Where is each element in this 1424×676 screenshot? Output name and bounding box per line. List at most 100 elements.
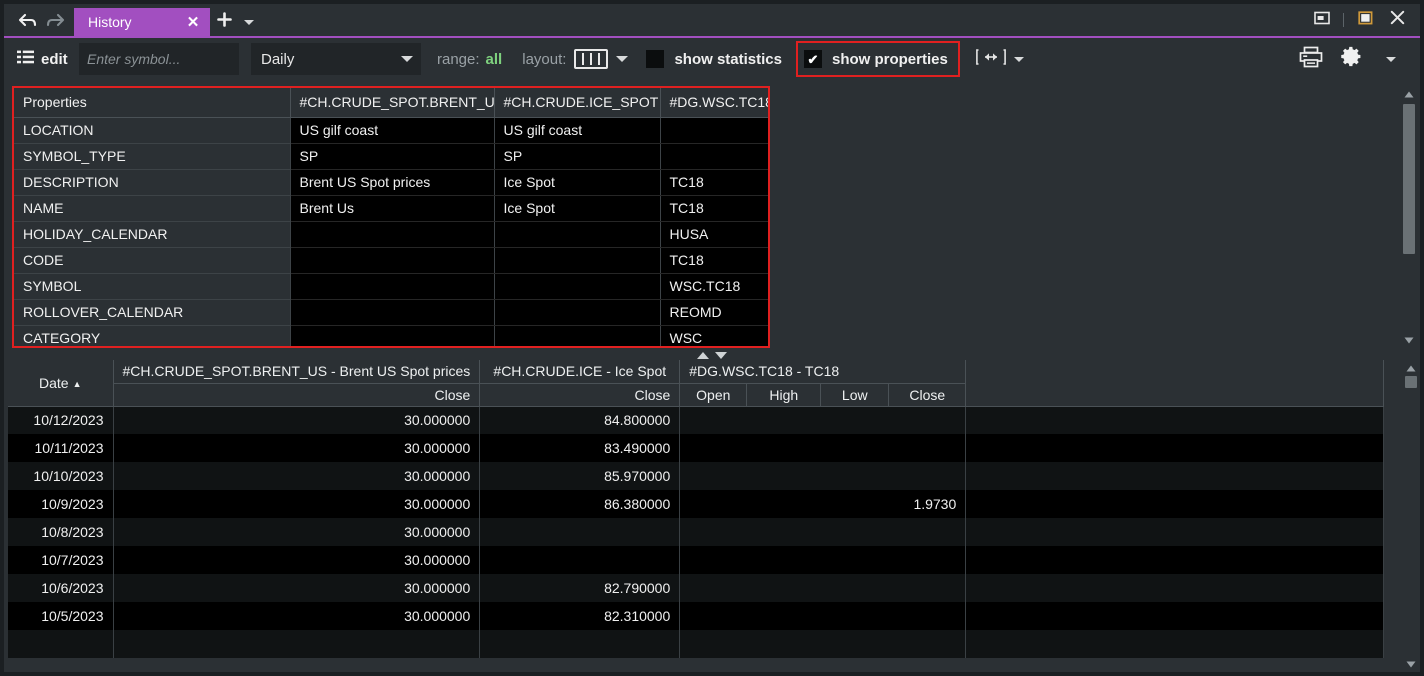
properties-col-header-0[interactable]: Properties [14,88,290,118]
cell-tc18-high [746,574,821,602]
cell-date [8,630,114,658]
cell-tc18-high [746,462,821,490]
property-name: DESCRIPTION [14,169,290,196]
column-header-ice-close[interactable]: Close [479,383,681,407]
cell-brent-close: 30.000000 [113,462,481,490]
edit-button[interactable]: edit [4,38,79,80]
property-value: WSC [659,325,768,346]
table-row[interactable]: HOLIDAY_CALENDAR HUSA [14,221,768,248]
tab-menu-button[interactable] [238,8,260,36]
back-button[interactable] [14,8,40,32]
show-statistics-toggle[interactable]: show statistics [646,38,782,80]
column-header-tc18-high[interactable]: High [746,383,822,407]
table-row[interactable]: NAME Brent Us Ice Spot TC18 [14,195,768,222]
range-control[interactable]: range: all [437,38,502,80]
table-row[interactable]: SYMBOL_TYPE SP SP [14,143,768,170]
property-value [493,299,660,326]
cell-tc18-close [888,630,967,658]
cell-filler [965,490,1385,518]
forward-arrow-icon [46,12,65,29]
minimize-button[interactable] [1307,8,1337,32]
column-group-ice[interactable]: #CH.CRUDE.ICE - Ice Spot [479,360,681,384]
table-row[interactable]: 10/7/2023 30.000000 [8,546,1385,574]
settings-menu-button[interactable] [1374,42,1408,76]
column-header-tc18-open[interactable]: Open [679,383,748,407]
table-row[interactable]: 10/10/2023 30.000000 85.970000 [8,462,1385,490]
property-value: Ice Spot [493,169,660,196]
scroll-up-icon[interactable] [1400,86,1418,102]
close-tab-icon[interactable]: ✕ [182,11,204,33]
table-row[interactable]: 10/6/2023 30.000000 82.790000 [8,574,1385,602]
table-row[interactable]: CODE TC18 [14,247,768,274]
property-value: US gilf coast [493,117,660,144]
properties-col-header-1[interactable]: #CH.CRUDE_SPOT.BRENT_US [289,88,494,118]
frequency-select-value: Daily [261,50,295,68]
properties-vertical-scrollbar[interactable] [1400,86,1418,348]
column-filler [965,360,1385,407]
property-value [659,117,768,144]
property-name: NAME [14,195,290,222]
table-row[interactable]: 10/5/2023 30.000000 82.310000 [8,602,1385,630]
cell-ice-close: 86.380000 [479,490,681,518]
column-group-brent[interactable]: #CH.CRUDE_SPOT.BRENT_US - Brent US Spot … [113,360,481,384]
scroll-down-icon[interactable] [1402,656,1420,672]
close-window-button[interactable] [1382,8,1412,32]
table-row[interactable]: ROLLOVER_CALENDAR REOMD [14,299,768,326]
cell-filler [965,518,1385,546]
new-tab-button[interactable] [210,8,238,36]
search-input[interactable] [79,43,239,75]
cell-ice-close: 84.800000 [479,406,681,434]
properties-table-frame: Properties #CH.CRUDE_SPOT.BRENT_US #CH.C… [12,86,770,348]
grid-vertical-scrollbar[interactable] [1402,360,1420,672]
property-value: Ice Spot [493,195,660,222]
table-row[interactable]: DESCRIPTION Brent US Spot prices Ice Spot T… [14,169,768,196]
fit-columns-icon [975,48,1006,70]
table-row[interactable]: LOCATION US gilf coast US gilf coast [14,117,768,144]
settings-button[interactable] [1334,42,1368,76]
print-button[interactable] [1294,42,1328,76]
forward-button[interactable] [42,8,68,32]
fit-columns-control[interactable] [975,48,1024,70]
table-row[interactable]: 10/12/2023 30.000000 84.800000 [8,406,1385,434]
properties-col-header-3[interactable]: #DG.WSC.TC18 [659,88,768,118]
column-header-brent-close[interactable]: Close [113,383,481,407]
grid-scroll-track[interactable] [1402,376,1420,656]
layout-columns-icon[interactable] [574,49,609,69]
cell-tc18-low [820,602,889,630]
properties-col-header-2[interactable]: #CH.CRUDE.ICE_SPOT [493,88,660,118]
table-row[interactable]: CATEGORY WSC [14,325,768,346]
frequency-select[interactable]: Daily [251,43,421,75]
grid-scroll-thumb[interactable] [1405,376,1417,388]
cell-filler [965,406,1385,434]
property-value: Brent Us [289,195,494,222]
panel-splitter[interactable] [4,350,1420,360]
layout-control[interactable]: layout: [522,38,629,80]
maximize-button[interactable] [1350,8,1380,32]
tab-history[interactable]: History ✕ [74,8,210,36]
cell-tc18-open [679,518,747,546]
splitter-collapse-down-icon[interactable] [715,351,727,359]
properties-scroll-track[interactable] [1400,102,1418,332]
cell-tc18-open [679,434,747,462]
table-row[interactable]: 10/8/2023 30.000000 [8,518,1385,546]
table-row[interactable] [8,630,1385,658]
scroll-down-icon[interactable] [1400,332,1418,348]
cell-date: 10/9/2023 [8,490,114,518]
column-header-tc18-low[interactable]: Low [820,383,890,407]
table-row[interactable]: 10/9/2023 30.000000 86.380000 1.9730 [8,490,1385,518]
cell-tc18-high [746,546,821,574]
property-name: LOCATION [14,117,290,144]
minimize-icon [1314,11,1330,30]
column-group-tc18[interactable]: #DG.WSC.TC18 - TC18 [679,360,967,384]
splitter-collapse-up-icon[interactable] [697,351,709,359]
scroll-up-icon[interactable] [1402,360,1420,376]
title-bar: History ✕ [4,4,1420,36]
properties-scroll-thumb[interactable] [1403,104,1415,254]
show-properties-checkbox[interactable]: ✔ [803,50,822,68]
show-properties-toggle[interactable]: ✔ show properties [795,41,960,77]
show-statistics-checkbox[interactable] [646,50,665,68]
column-header-tc18-close[interactable]: Close [888,383,967,407]
column-header-date[interactable]: Date ▲ [8,360,114,407]
table-row[interactable]: 10/11/2023 30.000000 83.490000 [8,434,1385,462]
table-row[interactable]: SYMBOL WSC.TC18 [14,273,768,300]
